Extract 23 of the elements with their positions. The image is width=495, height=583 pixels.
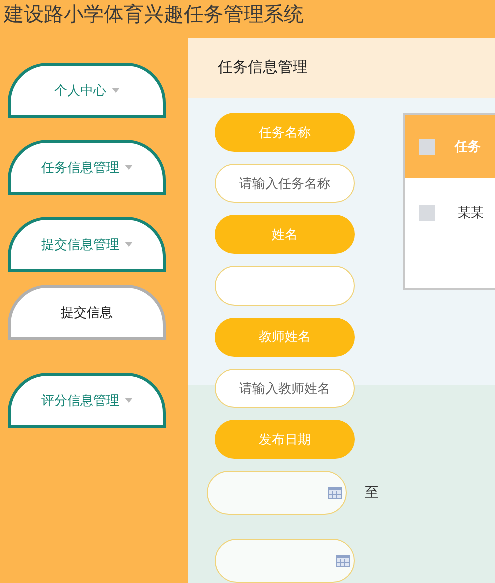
date-field[interactable]	[215, 538, 355, 583]
text-input[interactable]	[215, 266, 355, 306]
app-title: 建设路小学体育兴趣任务管理系统	[4, 3, 304, 28]
field-label: 教师姓名	[215, 318, 355, 357]
field-label: 姓名	[215, 215, 355, 254]
date-field[interactable]	[207, 470, 347, 515]
checkbox[interactable]	[419, 138, 435, 154]
calendar-icon[interactable]	[336, 554, 350, 567]
text-input[interactable]: 请输入任务名称	[215, 164, 355, 204]
text-input[interactable]: 请输入教师姓名	[215, 368, 355, 408]
checkbox[interactable]	[419, 205, 435, 221]
column-header: 任务	[455, 138, 481, 156]
page-title: 任务信息管理	[218, 58, 308, 78]
range-separator: 至	[365, 483, 379, 502]
field-label: 发布日期	[215, 420, 355, 459]
menu-item[interactable]: 任务信息管理	[8, 140, 166, 195]
calendar-icon[interactable]	[328, 486, 342, 499]
table-cell-text: 某某	[458, 204, 484, 222]
menu-item[interactable]: 个人中心	[8, 63, 166, 118]
field-label: 任务名称	[215, 113, 355, 152]
menu-item[interactable]: 提交信息管理	[8, 217, 166, 272]
submenu-item[interactable]: 提交信息	[8, 285, 166, 340]
menu-item[interactable]: 评分信息管理	[8, 373, 166, 428]
